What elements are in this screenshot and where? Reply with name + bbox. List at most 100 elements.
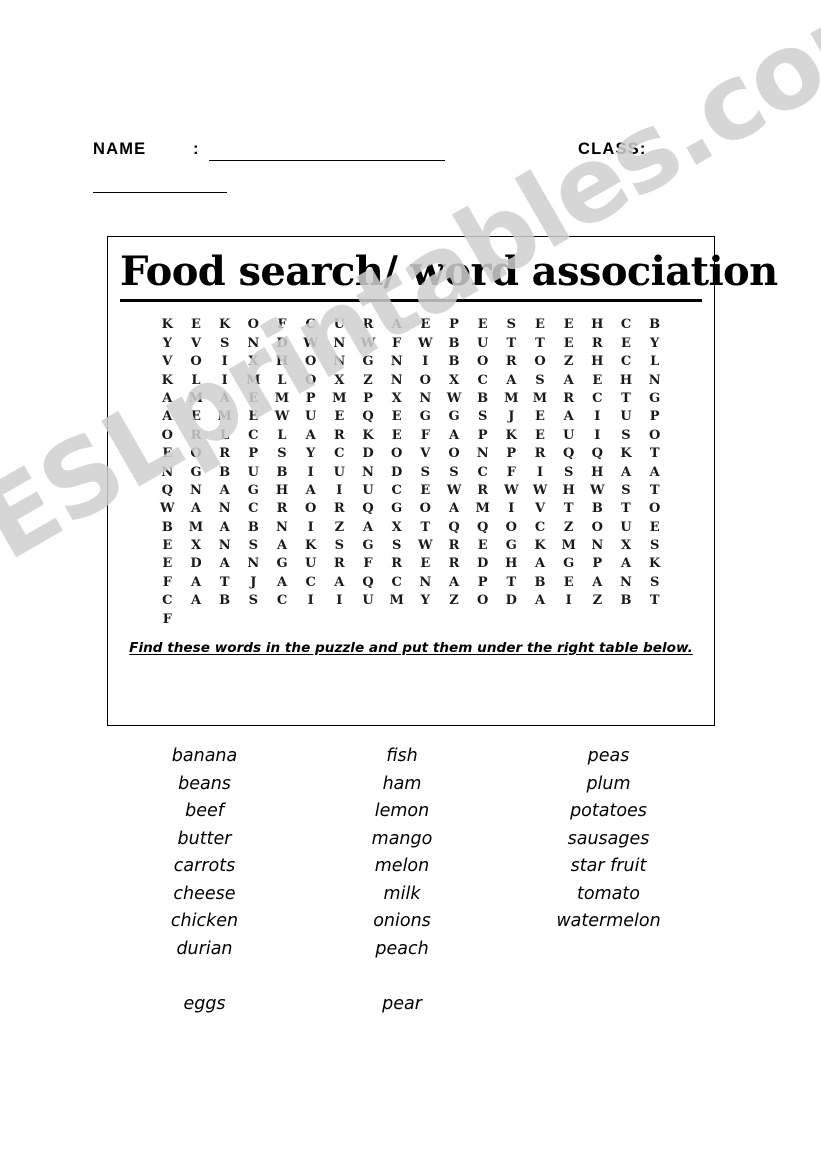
grid-cell[interactable]: M	[268, 392, 297, 405]
grid-cell[interactable]: G	[440, 410, 469, 423]
grid-cell[interactable]: Q	[354, 410, 383, 423]
grid-cell[interactable]: G	[239, 484, 268, 497]
grid-cell[interactable]: W	[411, 337, 440, 350]
grid-cell[interactable]: I	[554, 594, 583, 607]
grid-cell[interactable]: C	[239, 502, 268, 515]
grid-cell[interactable]: C	[296, 576, 325, 589]
grid-cell[interactable]: R	[497, 355, 526, 368]
grid-cell[interactable]: U	[325, 318, 354, 331]
grid-cell[interactable]: A	[440, 576, 469, 589]
grid-cell[interactable]: S	[468, 410, 497, 423]
grid-cell[interactable]: B	[440, 355, 469, 368]
grid-cell[interactable]: M	[497, 392, 526, 405]
grid-cell[interactable]: N	[411, 576, 440, 589]
grid-cell[interactable]: A	[612, 466, 641, 479]
grid-cell[interactable]: E	[554, 576, 583, 589]
grid-cell[interactable]: E	[239, 410, 268, 423]
grid-cell[interactable]: W	[354, 337, 383, 350]
grid-cell[interactable]: C	[268, 594, 297, 607]
grid-cell[interactable]: S	[411, 466, 440, 479]
grid-cell[interactable]: W	[411, 539, 440, 552]
grid-cell[interactable]: U	[239, 466, 268, 479]
grid-cell[interactable]: A	[640, 466, 669, 479]
grid-cell[interactable]: P	[440, 318, 469, 331]
grid-cell[interactable]: F	[268, 318, 297, 331]
grid-cell[interactable]: B	[210, 466, 239, 479]
grid-cell[interactable]: V	[526, 502, 555, 515]
grid-cell[interactable]: E	[153, 557, 182, 570]
grid-cell[interactable]: E	[411, 318, 440, 331]
grid-cell[interactable]: P	[497, 447, 526, 460]
grid-cell[interactable]: S	[612, 429, 641, 442]
grid-cell[interactable]: S	[239, 594, 268, 607]
grid-cell[interactable]: O	[182, 355, 211, 368]
word-list-item[interactable]: milk	[302, 885, 502, 904]
grid-cell[interactable]: I	[296, 521, 325, 534]
grid-cell[interactable]: P	[354, 392, 383, 405]
grid-cell[interactable]: C	[468, 466, 497, 479]
grid-cell[interactable]: I	[526, 466, 555, 479]
grid-cell[interactable]: A	[554, 374, 583, 387]
grid-cell[interactable]: R	[268, 502, 297, 515]
grid-cell[interactable]: O	[468, 355, 497, 368]
grid-cell[interactable]: M	[526, 392, 555, 405]
grid-cell[interactable]: J	[239, 576, 268, 589]
grid-cell[interactable]: L	[210, 429, 239, 442]
word-list-item[interactable]: lemon	[302, 802, 502, 821]
grid-cell[interactable]: U	[612, 410, 641, 423]
grid-cell[interactable]: H	[583, 318, 612, 331]
grid-cell[interactable]: N	[210, 502, 239, 515]
grid-cell[interactable]: K	[153, 374, 182, 387]
grid-cell[interactable]: A	[153, 410, 182, 423]
grid-cell[interactable]: R	[325, 429, 354, 442]
word-list-item[interactable]: banana	[107, 747, 302, 766]
grid-cell[interactable]: A	[526, 594, 555, 607]
grid-cell[interactable]: H	[268, 484, 297, 497]
grid-cell[interactable]: I	[497, 502, 526, 515]
grid-cell[interactable]: F	[153, 613, 182, 626]
word-list-item[interactable]: carrots	[107, 857, 302, 876]
grid-cell[interactable]: A	[440, 429, 469, 442]
grid-cell[interactable]: B	[153, 521, 182, 534]
grid-cell[interactable]: H	[268, 355, 297, 368]
grid-cell[interactable]: D	[468, 557, 497, 570]
grid-cell[interactable]: B	[612, 594, 641, 607]
grid-cell[interactable]: B	[210, 594, 239, 607]
word-list-item[interactable]: peach	[302, 940, 502, 959]
grid-cell[interactable]: I	[325, 484, 354, 497]
grid-cell[interactable]: T	[612, 392, 641, 405]
grid-cell[interactable]: O	[526, 355, 555, 368]
grid-cell[interactable]: C	[153, 594, 182, 607]
grid-cell[interactable]: T	[640, 484, 669, 497]
grid-cell[interactable]: M	[325, 392, 354, 405]
grid-cell[interactable]: O	[239, 318, 268, 331]
word-list-item[interactable]: pear	[302, 995, 502, 1014]
grid-cell[interactable]: M	[182, 392, 211, 405]
grid-cell[interactable]: Z	[325, 521, 354, 534]
grid-cell[interactable]: X	[440, 374, 469, 387]
grid-cell[interactable]: B	[583, 502, 612, 515]
grid-cell[interactable]: O	[296, 355, 325, 368]
grid-cell[interactable]: J	[497, 410, 526, 423]
grid-cell[interactable]: U	[296, 557, 325, 570]
word-list-item[interactable]: star fruit	[502, 857, 715, 876]
grid-cell[interactable]: E	[239, 392, 268, 405]
grid-cell[interactable]: N	[182, 484, 211, 497]
grid-cell[interactable]: O	[640, 502, 669, 515]
grid-cell[interactable]: C	[296, 318, 325, 331]
grid-cell[interactable]: C	[325, 447, 354, 460]
grid-cell[interactable]: R	[526, 447, 555, 460]
grid-cell[interactable]: X	[182, 539, 211, 552]
grid-cell[interactable]: N	[268, 521, 297, 534]
grid-cell[interactable]: D	[182, 557, 211, 570]
grid-cell[interactable]: T	[497, 576, 526, 589]
grid-cell[interactable]: E	[182, 318, 211, 331]
grid-cell[interactable]: A	[210, 557, 239, 570]
grid-cell[interactable]: B	[526, 576, 555, 589]
grid-cell[interactable]: H	[554, 484, 583, 497]
grid-cell[interactable]: C	[612, 318, 641, 331]
grid-cell[interactable]: U	[354, 484, 383, 497]
grid-cell[interactable]: X	[382, 392, 411, 405]
grid-cell[interactable]: O	[153, 429, 182, 442]
grid-cell[interactable]: W	[583, 484, 612, 497]
